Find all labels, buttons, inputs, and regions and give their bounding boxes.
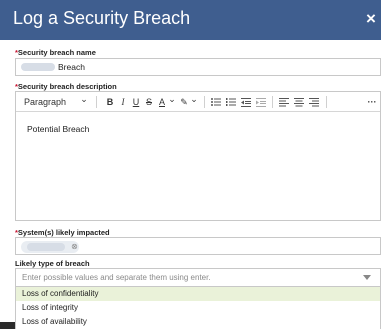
dialog-header: Log a Security Breach ×: [0, 0, 381, 40]
systems-impacted-label-text: System(s) likely impacted: [17, 228, 110, 237]
toolbar-divider: [272, 96, 273, 108]
option-loss-of-availability[interactable]: Loss of availability: [16, 315, 380, 329]
breach-name-input[interactable]: Breach: [15, 58, 381, 76]
chevron-down-icon[interactable]: ⌄: [167, 92, 177, 106]
breach-description-text: Potential Breach: [27, 124, 90, 134]
log-security-breach-dialog: Log a Security Breach × *Security breach…: [0, 0, 381, 329]
toolbar-divider: [96, 96, 97, 108]
breach-type-label: Likely type of breach: [15, 259, 90, 268]
breach-type-placeholder: Enter possible values and separate them …: [22, 273, 211, 282]
systems-impacted-input[interactable]: ⊗: [15, 237, 381, 255]
indent-icon[interactable]: [255, 95, 267, 109]
underline-button[interactable]: U: [131, 95, 141, 109]
redacted-text: [27, 243, 65, 251]
breach-name-label-text: Security breach name: [17, 48, 96, 57]
outdent-icon[interactable]: [240, 95, 252, 109]
bold-button[interactable]: B: [105, 95, 115, 109]
breach-name-value: Breach: [58, 62, 85, 72]
chevron-down-icon[interactable]: ⌄: [78, 92, 90, 106]
breach-type-input[interactable]: Enter possible values and separate them …: [15, 268, 381, 287]
highlight-color-button[interactable]: ✎: [179, 95, 189, 109]
close-icon[interactable]: ×: [364, 10, 378, 28]
more-options-icon[interactable]: ···: [366, 95, 378, 109]
breach-description-editor[interactable]: Paragraph ⌄ B I U S A ⌄ ✎ ⌄ ··· Potentia…: [15, 91, 381, 221]
editor-toolbar: Paragraph ⌄ B I U S A ⌄ ✎ ⌄ ···: [16, 92, 380, 112]
numbered-list-icon[interactable]: [225, 95, 237, 109]
align-center-icon[interactable]: [293, 95, 305, 109]
strikethrough-button[interactable]: S: [144, 95, 154, 109]
option-loss-of-confidentiality[interactable]: Loss of confidentiality: [16, 287, 380, 301]
align-right-icon[interactable]: [308, 95, 320, 109]
paragraph-format-select[interactable]: Paragraph: [24, 95, 72, 109]
breach-description-label-text: Security breach description: [17, 82, 117, 91]
breach-description-label: *Security breach description: [15, 82, 117, 91]
italic-button[interactable]: I: [118, 95, 128, 109]
system-chip: ⊗: [21, 241, 79, 253]
remove-circle-icon[interactable]: ⊗: [70, 242, 79, 252]
systems-impacted-label: *System(s) likely impacted: [15, 228, 110, 237]
dialog-title: Log a Security Breach: [13, 8, 191, 28]
align-left-icon[interactable]: [278, 95, 290, 109]
redacted-text: [21, 63, 55, 71]
font-color-button[interactable]: A: [157, 95, 167, 109]
toolbar-divider: [204, 96, 205, 108]
toolbar-divider: [326, 96, 327, 108]
breach-name-label: *Security breach name: [15, 48, 96, 57]
chevron-down-icon[interactable]: [363, 275, 371, 280]
background-strip: [0, 322, 15, 329]
breach-type-dropdown: Loss of confidentiality Loss of integrit…: [15, 287, 381, 329]
bulleted-list-icon[interactable]: [210, 95, 222, 109]
option-loss-of-integrity[interactable]: Loss of integrity: [16, 301, 380, 315]
chevron-down-icon[interactable]: ⌄: [189, 92, 199, 106]
breach-type-label-text: Likely type of breach: [15, 259, 90, 268]
